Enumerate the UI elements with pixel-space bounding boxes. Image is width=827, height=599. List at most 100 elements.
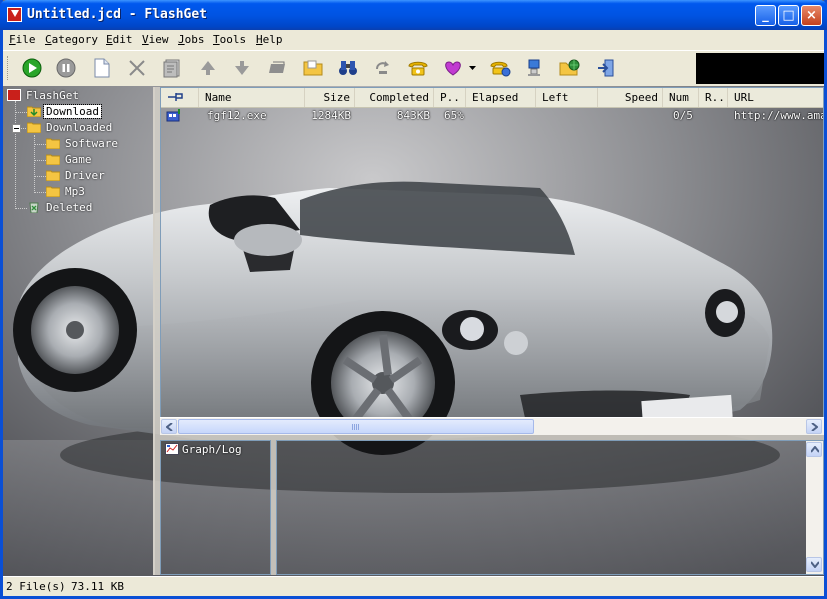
title-bar[interactable]: Untitled.jcd - FlashGet _ □ × xyxy=(0,0,827,30)
minimize-button[interactable]: _ xyxy=(755,5,776,26)
tree-item-software[interactable]: Software xyxy=(45,137,120,152)
status-bar: 2 File(s) 73.11 KB xyxy=(3,576,824,596)
chevron-up-icon xyxy=(811,446,819,453)
folder-icon xyxy=(45,169,61,182)
properties-icon xyxy=(163,59,180,78)
graph-log-item[interactable]: Graph/Log xyxy=(165,443,242,456)
menu-tools[interactable]: Tools xyxy=(213,33,246,46)
dial-button[interactable] xyxy=(406,57,430,79)
start-button[interactable] xyxy=(20,57,44,79)
scroll-left-button[interactable] xyxy=(161,419,177,434)
pin-icon xyxy=(168,93,183,101)
log-category-list: Graph/Log xyxy=(160,440,271,575)
column-name[interactable]: Name xyxy=(199,88,305,107)
log-view xyxy=(276,440,824,575)
column-url[interactable]: URL xyxy=(728,88,823,107)
flashget-logo-icon xyxy=(7,89,21,101)
chevron-right-icon xyxy=(811,423,818,431)
close-button[interactable]: × xyxy=(801,5,822,26)
delete-x-icon xyxy=(129,60,145,76)
job-name: fgf12.exe xyxy=(207,109,267,122)
skin-button[interactable] xyxy=(441,57,465,79)
tree-line xyxy=(34,192,46,193)
skin-dropdown-button[interactable] xyxy=(466,57,478,79)
heart-icon xyxy=(445,61,461,76)
scroll-up-button[interactable] xyxy=(806,442,822,457)
exit-icon xyxy=(598,59,614,77)
connect-icon xyxy=(490,61,511,77)
column-percent[interactable]: P.. xyxy=(434,88,466,107)
pause-button[interactable] xyxy=(54,57,78,79)
globe-icon xyxy=(559,59,580,76)
menu-category[interactable]: Category xyxy=(45,33,98,46)
options-button[interactable] xyxy=(523,57,547,79)
menu-file[interactable]: File xyxy=(9,33,36,46)
recycle-bin-icon xyxy=(27,201,41,214)
tree-root-flashget[interactable]: FlashGet xyxy=(7,89,81,104)
tree-line xyxy=(15,112,27,113)
column-resume[interactable]: R.. xyxy=(699,88,728,107)
job-url: http://www.amazesoft.com xyxy=(734,109,823,122)
arrow-down-icon xyxy=(235,61,249,75)
column-elapsed[interactable]: Elapsed xyxy=(466,88,536,107)
scroll-thumb[interactable] xyxy=(178,419,534,434)
column-left[interactable]: Left xyxy=(536,88,598,107)
tree-item-game[interactable]: Game xyxy=(45,153,94,168)
find-next-icon xyxy=(376,61,389,74)
properties-button[interactable] xyxy=(160,57,184,79)
find-button[interactable] xyxy=(336,57,360,79)
move-down-button[interactable] xyxy=(230,57,254,79)
menu-bar: File Category Edit View Jobs Tools Help xyxy=(3,30,824,50)
new-button[interactable] xyxy=(90,57,114,79)
open-folder-button[interactable] xyxy=(301,57,325,79)
binoculars-icon xyxy=(339,61,357,75)
toolbar xyxy=(3,50,824,86)
job-size: 1284KB xyxy=(311,109,351,122)
menu-view[interactable]: View xyxy=(142,33,169,46)
menu-help[interactable]: Help xyxy=(256,33,283,46)
connect-button[interactable] xyxy=(488,57,512,79)
phone-icon xyxy=(408,61,428,76)
log-vertical-scrollbar[interactable] xyxy=(806,441,823,574)
open-file-icon xyxy=(269,61,285,73)
move-up-button[interactable] xyxy=(196,57,220,79)
scroll-right-button[interactable] xyxy=(806,419,822,434)
job-list-horizontal-scrollbar[interactable] xyxy=(160,417,824,435)
column-status[interactable] xyxy=(161,88,199,107)
maximize-button[interactable]: □ xyxy=(778,5,799,26)
tree-item-downloaded[interactable]: Downloaded xyxy=(26,121,114,136)
arrow-up-icon xyxy=(201,61,215,75)
scroll-down-button[interactable] xyxy=(806,557,822,572)
chevron-down-icon xyxy=(468,66,476,70)
window-title: Untitled.jcd - FlashGet xyxy=(27,7,208,22)
find-next-button[interactable] xyxy=(371,57,395,79)
tree-item-deleted[interactable]: Deleted xyxy=(27,201,94,216)
status-total-size: 73.11 KB xyxy=(71,580,124,593)
job-num: 0/5 xyxy=(673,109,693,122)
folder-icon xyxy=(303,60,323,76)
tree-item-mp3[interactable]: Mp3 xyxy=(45,185,87,200)
tree-line xyxy=(34,144,46,145)
menu-jobs[interactable]: Jobs xyxy=(178,33,205,46)
options-icon xyxy=(528,59,540,76)
status-file-count: 2 File(s) xyxy=(6,580,66,593)
job-row[interactable]: fgf12.exe 1284KB 843KB 65% 0/5 http://ww… xyxy=(161,108,823,124)
open-file-button[interactable] xyxy=(266,57,290,79)
flashget-app-icon[interactable] xyxy=(7,7,22,22)
site-explorer-button[interactable] xyxy=(558,57,582,79)
column-num[interactable]: Num xyxy=(663,88,699,107)
tree-line xyxy=(34,160,46,161)
tree-item-download[interactable]: Download xyxy=(26,104,102,120)
exit-button[interactable] xyxy=(594,57,618,79)
chevron-down-icon xyxy=(811,561,819,568)
column-speed[interactable]: Speed xyxy=(598,88,663,107)
tree-collapse-toggle[interactable] xyxy=(12,124,21,133)
tree-line xyxy=(15,208,27,209)
column-completed[interactable]: Completed xyxy=(355,88,434,107)
tree-item-driver[interactable]: Driver xyxy=(45,169,107,184)
delete-button[interactable] xyxy=(125,57,149,79)
drop-target-panel[interactable] xyxy=(696,53,824,84)
toolbar-grip[interactable] xyxy=(7,56,11,80)
menu-edit[interactable]: Edit xyxy=(106,33,133,46)
column-size[interactable]: Size xyxy=(305,88,355,107)
